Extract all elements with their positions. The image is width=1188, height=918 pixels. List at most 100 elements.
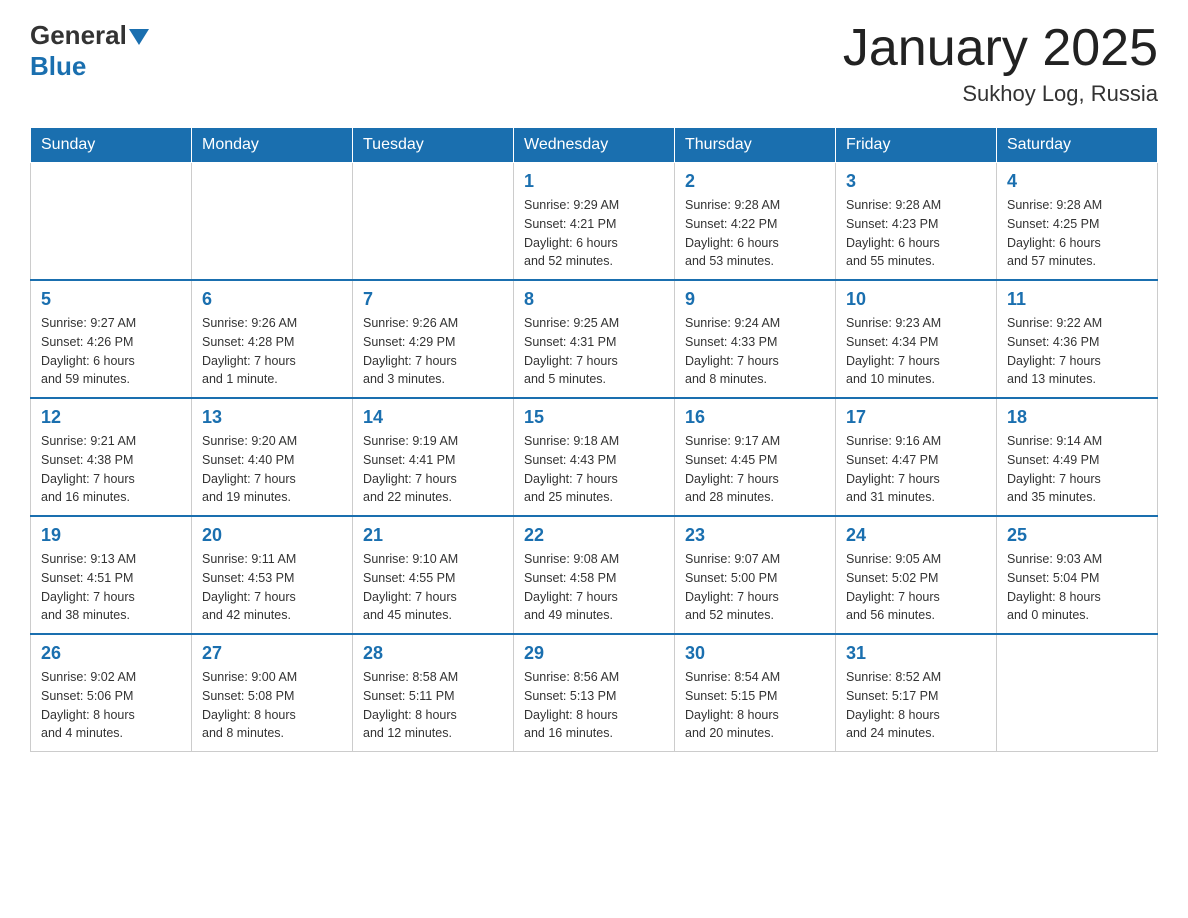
day-number: 18 xyxy=(1007,407,1147,428)
calendar-cell: 21 Sunrise: 9:10 AMSunset: 4:55 PMDayligh… xyxy=(353,516,514,634)
day-number: 25 xyxy=(1007,525,1147,546)
calendar-cell: 28 Sunrise: 8:58 AMSunset: 5:11 PMDayligh… xyxy=(353,634,514,752)
calendar-cell: 2 Sunrise: 9:28 AMSunset: 4:22 PMDaylight… xyxy=(675,163,836,281)
day-number: 11 xyxy=(1007,289,1147,310)
calendar-cell: 10 Sunrise: 9:23 AMSunset: 4:34 PMDayligh… xyxy=(836,280,997,398)
calendar-cell: 4 Sunrise: 9:28 AMSunset: 4:25 PMDaylight… xyxy=(997,163,1158,281)
logo-triangle-icon xyxy=(129,29,149,45)
calendar-cell: 15 Sunrise: 9:18 AMSunset: 4:43 PMDayligh… xyxy=(514,398,675,516)
day-number: 30 xyxy=(685,643,825,664)
day-number: 24 xyxy=(846,525,986,546)
day-number: 15 xyxy=(524,407,664,428)
calendar-cell xyxy=(353,163,514,281)
calendar-cell: 31 Sunrise: 8:52 AMSunset: 5:17 PMDayligh… xyxy=(836,634,997,752)
day-number: 14 xyxy=(363,407,503,428)
day-header-friday: Friday xyxy=(836,128,997,163)
day-info: Sunrise: 9:28 AMSunset: 4:22 PMDaylight:… xyxy=(685,196,825,271)
calendar-table: SundayMondayTuesdayWednesdayThursdayFrid… xyxy=(30,127,1158,752)
day-info: Sunrise: 9:26 AMSunset: 4:28 PMDaylight:… xyxy=(202,314,342,389)
calendar-cell: 18 Sunrise: 9:14 AMSunset: 4:49 PMDayligh… xyxy=(997,398,1158,516)
day-number: 3 xyxy=(846,171,986,192)
logo: General Blue xyxy=(30,20,149,82)
day-info: Sunrise: 9:19 AMSunset: 4:41 PMDaylight:… xyxy=(363,432,503,507)
calendar-cell: 17 Sunrise: 9:16 AMSunset: 4:47 PMDayligh… xyxy=(836,398,997,516)
day-header-saturday: Saturday xyxy=(997,128,1158,163)
day-info: Sunrise: 9:28 AMSunset: 4:25 PMDaylight:… xyxy=(1007,196,1147,271)
day-info: Sunrise: 9:00 AMSunset: 5:08 PMDaylight:… xyxy=(202,668,342,743)
day-info: Sunrise: 9:23 AMSunset: 4:34 PMDaylight:… xyxy=(846,314,986,389)
day-number: 1 xyxy=(524,171,664,192)
day-number: 31 xyxy=(846,643,986,664)
location: Sukhoy Log, Russia xyxy=(843,81,1158,107)
day-info: Sunrise: 8:52 AMSunset: 5:17 PMDaylight:… xyxy=(846,668,986,743)
day-number: 21 xyxy=(363,525,503,546)
day-number: 5 xyxy=(41,289,181,310)
day-info: Sunrise: 9:18 AMSunset: 4:43 PMDaylight:… xyxy=(524,432,664,507)
calendar-cell xyxy=(997,634,1158,752)
title-section: January 2025 Sukhoy Log, Russia xyxy=(843,20,1158,107)
day-number: 29 xyxy=(524,643,664,664)
calendar-cell: 9 Sunrise: 9:24 AMSunset: 4:33 PMDaylight… xyxy=(675,280,836,398)
day-info: Sunrise: 9:29 AMSunset: 4:21 PMDaylight:… xyxy=(524,196,664,271)
day-info: Sunrise: 9:25 AMSunset: 4:31 PMDaylight:… xyxy=(524,314,664,389)
calendar-cell: 1 Sunrise: 9:29 AMSunset: 4:21 PMDaylight… xyxy=(514,163,675,281)
day-number: 10 xyxy=(846,289,986,310)
day-header-monday: Monday xyxy=(192,128,353,163)
day-info: Sunrise: 9:11 AMSunset: 4:53 PMDaylight:… xyxy=(202,550,342,625)
day-number: 27 xyxy=(202,643,342,664)
calendar-cell: 29 Sunrise: 8:56 AMSunset: 5:13 PMDayligh… xyxy=(514,634,675,752)
day-info: Sunrise: 9:24 AMSunset: 4:33 PMDaylight:… xyxy=(685,314,825,389)
calendar-cell: 5Sunrise: 9:27 AMSunset: 4:26 PMDaylight… xyxy=(31,280,192,398)
day-info: Sunrise: 8:58 AMSunset: 5:11 PMDaylight:… xyxy=(363,668,503,743)
day-info: Sunrise: 9:17 AMSunset: 4:45 PMDaylight:… xyxy=(685,432,825,507)
day-info: Sunrise: 9:21 AMSunset: 4:38 PMDaylight:… xyxy=(41,432,181,507)
calendar-cell: 6 Sunrise: 9:26 AMSunset: 4:28 PMDaylight… xyxy=(192,280,353,398)
day-header-wednesday: Wednesday xyxy=(514,128,675,163)
day-number: 23 xyxy=(685,525,825,546)
day-number: 6 xyxy=(202,289,342,310)
calendar-cell: 13Sunrise: 9:20 AMSunset: 4:40 PMDayligh… xyxy=(192,398,353,516)
day-number: 20 xyxy=(202,525,342,546)
calendar-cell: 26Sunrise: 9:02 AMSunset: 5:06 PMDayligh… xyxy=(31,634,192,752)
day-number: 2 xyxy=(685,171,825,192)
day-header-thursday: Thursday xyxy=(675,128,836,163)
day-info: Sunrise: 9:05 AMSunset: 5:02 PMDaylight:… xyxy=(846,550,986,625)
month-title: January 2025 xyxy=(843,20,1158,77)
day-number: 28 xyxy=(363,643,503,664)
day-info: Sunrise: 9:10 AMSunset: 4:55 PMDaylight:… xyxy=(363,550,503,625)
calendar-cell: 14 Sunrise: 9:19 AMSunset: 4:41 PMDayligh… xyxy=(353,398,514,516)
day-header-sunday: Sunday xyxy=(31,128,192,163)
day-info: Sunrise: 9:08 AMSunset: 4:58 PMDaylight:… xyxy=(524,550,664,625)
calendar-cell: 20 Sunrise: 9:11 AMSunset: 4:53 PMDayligh… xyxy=(192,516,353,634)
calendar-cell: 8Sunrise: 9:25 AMSunset: 4:31 PMDaylight… xyxy=(514,280,675,398)
calendar-cell xyxy=(31,163,192,281)
day-header-tuesday: Tuesday xyxy=(353,128,514,163)
logo-general-text: General xyxy=(30,20,127,51)
day-number: 17 xyxy=(846,407,986,428)
day-number: 4 xyxy=(1007,171,1147,192)
day-number: 7 xyxy=(363,289,503,310)
day-number: 26 xyxy=(41,643,181,664)
day-info: Sunrise: 9:26 AMSunset: 4:29 PMDaylight:… xyxy=(363,314,503,389)
day-number: 9 xyxy=(685,289,825,310)
calendar-cell: 19Sunrise: 9:13 AMSunset: 4:51 PMDayligh… xyxy=(31,516,192,634)
calendar-cell: 25 Sunrise: 9:03 AMSunset: 5:04 PMDayligh… xyxy=(997,516,1158,634)
day-info: Sunrise: 9:16 AMSunset: 4:47 PMDaylight:… xyxy=(846,432,986,507)
day-number: 12 xyxy=(41,407,181,428)
day-number: 19 xyxy=(41,525,181,546)
day-info: Sunrise: 9:03 AMSunset: 5:04 PMDaylight:… xyxy=(1007,550,1147,625)
calendar-cell: 24 Sunrise: 9:05 AMSunset: 5:02 PMDayligh… xyxy=(836,516,997,634)
day-info: Sunrise: 8:56 AMSunset: 5:13 PMDaylight:… xyxy=(524,668,664,743)
day-number: 22 xyxy=(524,525,664,546)
day-info: Sunrise: 8:54 AMSunset: 5:15 PMDaylight:… xyxy=(685,668,825,743)
calendar-cell: 7 Sunrise: 9:26 AMSunset: 4:29 PMDaylight… xyxy=(353,280,514,398)
logo-blue-text: Blue xyxy=(30,51,86,82)
day-info: Sunrise: 9:28 AMSunset: 4:23 PMDaylight:… xyxy=(846,196,986,271)
calendar-cell: 3 Sunrise: 9:28 AMSunset: 4:23 PMDaylight… xyxy=(836,163,997,281)
calendar-cell xyxy=(192,163,353,281)
calendar-cell: 30 Sunrise: 8:54 AMSunset: 5:15 PMDayligh… xyxy=(675,634,836,752)
calendar-cell: 22 Sunrise: 9:08 AMSunset: 4:58 PMDayligh… xyxy=(514,516,675,634)
day-info: Sunrise: 9:07 AMSunset: 5:00 PMDaylight:… xyxy=(685,550,825,625)
calendar-cell: 27 Sunrise: 9:00 AMSunset: 5:08 PMDayligh… xyxy=(192,634,353,752)
day-info: Sunrise: 9:14 AMSunset: 4:49 PMDaylight:… xyxy=(1007,432,1147,507)
